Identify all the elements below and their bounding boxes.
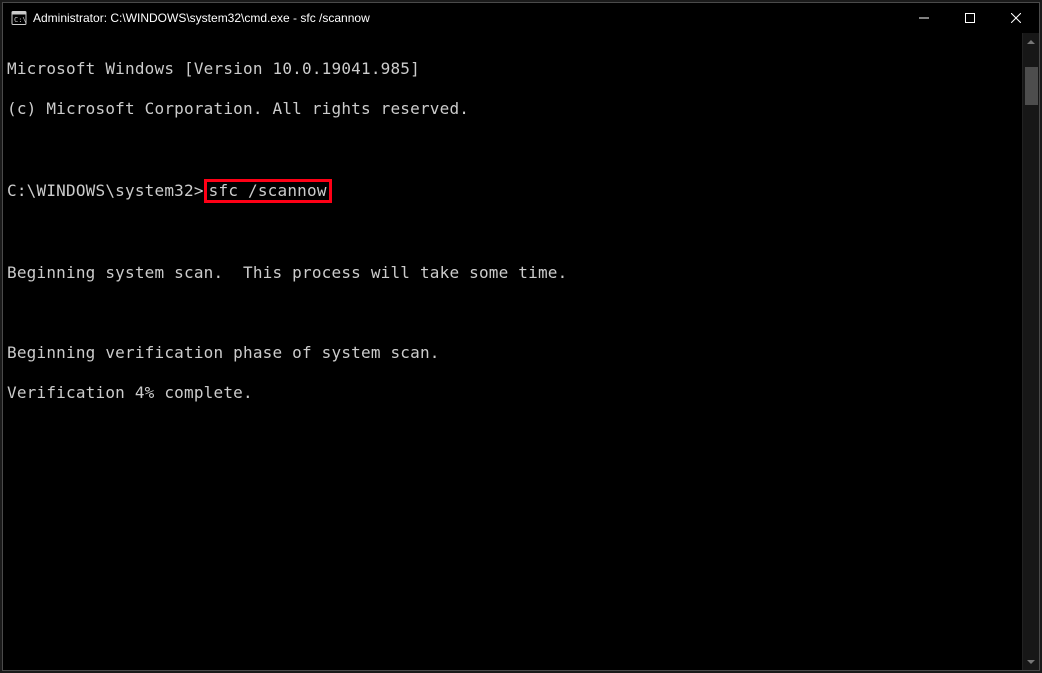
titlebar[interactable]: C:\ Administrator: C:\WINDOWS\system32\c… (3, 3, 1039, 33)
console-line (7, 303, 1018, 323)
console-prompt-line: C:\WINDOWS\system32>sfc /scannow (7, 179, 1018, 203)
console-line: Beginning verification phase of system s… (7, 343, 1018, 363)
svg-text:C:\: C:\ (14, 16, 27, 24)
scroll-thumb[interactable] (1025, 67, 1038, 105)
console-output[interactable]: Microsoft Windows [Version 10.0.19041.98… (3, 33, 1022, 670)
prompt-text: C:\WINDOWS\system32> (7, 181, 204, 200)
console-line: Microsoft Windows [Version 10.0.19041.98… (7, 59, 1018, 79)
window-title: Administrator: C:\WINDOWS\system32\cmd.e… (33, 11, 370, 25)
client-area: Microsoft Windows [Version 10.0.19041.98… (3, 33, 1039, 670)
close-button[interactable] (993, 3, 1039, 33)
console-line (7, 139, 1018, 159)
console-line: Verification 4% complete. (7, 383, 1018, 403)
console-line (7, 223, 1018, 243)
console-line: Beginning system scan. This process will… (7, 263, 1018, 283)
vertical-scrollbar[interactable] (1022, 33, 1039, 670)
console-line: (c) Microsoft Corporation. All rights re… (7, 99, 1018, 119)
maximize-button[interactable] (947, 3, 993, 33)
highlighted-command: sfc /scannow (204, 179, 332, 203)
scroll-up-arrow-icon[interactable] (1023, 33, 1039, 50)
minimize-button[interactable] (901, 3, 947, 33)
cmd-window: C:\ Administrator: C:\WINDOWS\system32\c… (2, 2, 1040, 671)
cmd-icon: C:\ (11, 10, 27, 26)
scroll-down-arrow-icon[interactable] (1023, 653, 1039, 670)
